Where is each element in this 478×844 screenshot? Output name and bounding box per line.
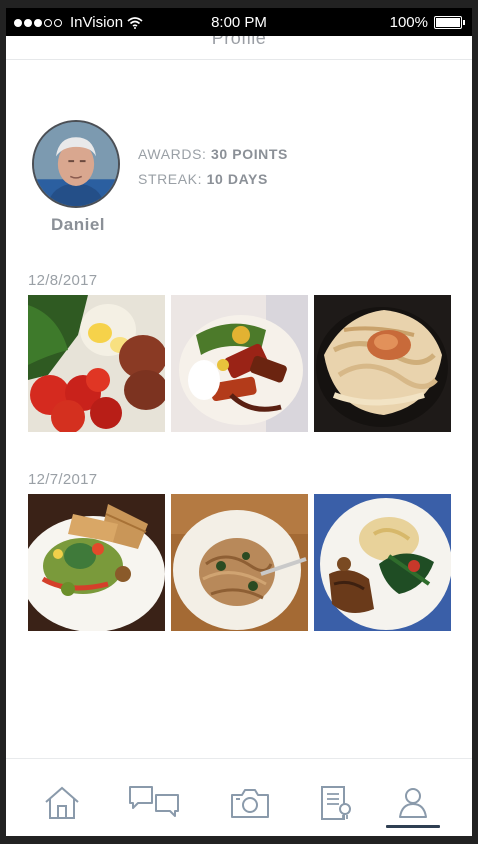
- streak-row: STREAK: 10 DAYS: [138, 167, 288, 192]
- feed-photo[interactable]: [28, 494, 165, 631]
- streak-value: 10 DAYS: [206, 171, 268, 187]
- tab-journal[interactable]: [312, 783, 360, 823]
- avatar[interactable]: [32, 120, 120, 208]
- battery-group: 100%: [389, 14, 465, 31]
- tab-chat[interactable]: [129, 783, 179, 823]
- battery-icon: [434, 16, 465, 29]
- tab-home[interactable]: [38, 783, 86, 823]
- journal-icon: [321, 786, 351, 820]
- app-screen: Profile Daniel AWARDS: 30 POINTS STREAK:: [6, 36, 472, 836]
- page-title: Profile: [211, 36, 267, 48]
- chat-icon: [129, 786, 179, 817]
- profile-stats: AWARDS: 30 POINTS STREAK: 10 DAYS: [138, 142, 288, 192]
- active-tab-indicator: [386, 825, 440, 828]
- awards-value: 30 POINTS: [211, 146, 288, 162]
- feed-date: 12/8/2017: [28, 272, 98, 289]
- header-divider: [6, 59, 472, 60]
- profile-name: Daniel: [50, 215, 106, 234]
- awards-label: AWARDS:: [138, 146, 207, 162]
- profile-icon: [399, 788, 427, 818]
- streak-label: STREAK:: [138, 171, 203, 187]
- battery-percent: 100%: [389, 14, 428, 31]
- feed-photo[interactable]: [171, 295, 308, 432]
- feed-photo[interactable]: [314, 295, 451, 432]
- camera-icon: [231, 789, 269, 818]
- tab-profile[interactable]: [389, 783, 437, 823]
- home-icon: [45, 786, 79, 819]
- tab-bar: [6, 758, 472, 836]
- device-frame: InVision 8:00 PM 100% Profile Daniel AWA…: [0, 0, 478, 844]
- status-bar: InVision 8:00 PM 100%: [6, 8, 472, 36]
- feed-date: 12/7/2017: [28, 471, 98, 488]
- feed-photo[interactable]: [171, 494, 308, 631]
- feed-photo[interactable]: [28, 295, 165, 432]
- feed-photo[interactable]: [314, 494, 451, 631]
- tab-camera[interactable]: [226, 783, 274, 823]
- awards-row: AWARDS: 30 POINTS: [138, 142, 288, 167]
